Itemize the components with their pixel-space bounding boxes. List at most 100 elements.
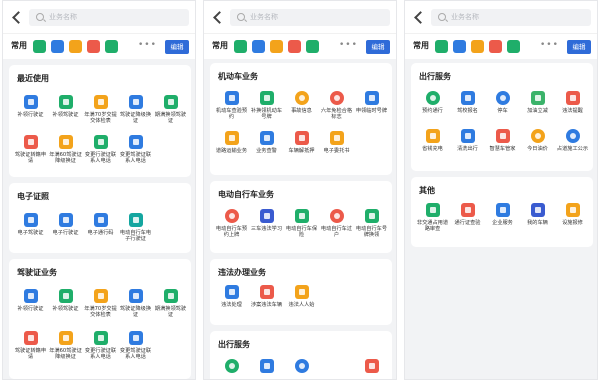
license-icon[interactable] (435, 40, 448, 53)
service-item[interactable]: 我的车辆 (520, 203, 555, 226)
service-item[interactable]: 违法处理 (214, 285, 249, 308)
service-item[interactable]: 非交通占用道路审查 (415, 203, 450, 233)
service-item[interactable]: 补领行驶证 (13, 95, 48, 118)
renew-icon (163, 95, 178, 109)
service-item[interactable]: 加油立减 (520, 91, 555, 114)
service-item[interactable]: 变更行驶证联系人电话 (83, 331, 118, 361)
service-item[interactable]: 预约通行 (415, 91, 450, 114)
service-item[interactable]: 期满换领驾驶证 (153, 95, 188, 125)
top-bar: 业务名称 (3, 1, 195, 33)
service-item[interactable]: 通行证查验 (450, 203, 485, 226)
service-item[interactable]: 补领驾驶证 (48, 95, 83, 118)
common-bar: 常用 ••• 编辑 (3, 33, 195, 59)
license-icon[interactable] (234, 40, 247, 53)
more-icon[interactable]: ••• (339, 40, 358, 50)
service-item[interactable]: 违法提醒 (555, 91, 590, 114)
service-item[interactable] (284, 359, 319, 373)
service-item[interactable]: 申领临时号牌 (354, 91, 389, 114)
service-item[interactable]: 驾驶证转籍申请 (13, 331, 48, 361)
service-item[interactable]: 占道施工公示 (555, 129, 590, 152)
service-item[interactable]: 补领行驶证 (13, 289, 48, 312)
back-icon[interactable] (413, 8, 427, 26)
service-item[interactable]: 六年免检合格标志 (319, 91, 354, 121)
service-item[interactable]: 车辆解抵押 (284, 131, 319, 154)
shield-icon[interactable] (453, 40, 466, 53)
service-item[interactable]: 电子行驶证 (48, 213, 83, 236)
car-icon[interactable] (489, 40, 502, 53)
service-item[interactable]: 驾驶证转籍申请 (13, 135, 48, 165)
service-item[interactable]: 年满70岁交提交体检表 (83, 95, 118, 125)
service-item[interactable]: 电子通行码 (83, 213, 118, 236)
service-item[interactable]: 电动自行车过户 (319, 209, 354, 239)
transfer-icon (23, 135, 38, 149)
service-item[interactable]: 变更行驶证联系人电话 (83, 135, 118, 165)
other-title: 其他 (419, 186, 435, 195)
service-item[interactable]: 事故信息 (284, 91, 319, 114)
more-icon[interactable]: ••• (540, 40, 559, 50)
service-item[interactable]: 今日油价 (520, 129, 555, 152)
service-item[interactable]: 期满换领驾驶证 (153, 289, 188, 319)
alert-icon (364, 359, 379, 373)
shield-icon[interactable] (252, 40, 265, 53)
road-review-icon (425, 203, 440, 217)
edit-button[interactable]: 编辑 (366, 40, 390, 54)
service-item[interactable]: 年满70岁交提交体检表 (83, 289, 118, 319)
service-item[interactable]: 省钱充电 (415, 129, 450, 152)
service-item[interactable]: 补换领机动车号牌 (249, 91, 284, 121)
id-card-icon (23, 289, 38, 303)
edit-button[interactable]: 编辑 (165, 40, 189, 54)
fuel-icon[interactable] (105, 40, 118, 53)
service-item[interactable]: 三车违法学习 (249, 209, 284, 232)
fuel-icon[interactable] (507, 40, 520, 53)
service-item[interactable]: 驾驶证降级换证 (118, 95, 153, 125)
back-icon[interactable] (212, 8, 226, 26)
service-item[interactable]: 智慧车管家 (485, 129, 520, 152)
back-icon[interactable] (11, 8, 25, 26)
search-input[interactable]: 业务名称 (431, 9, 591, 26)
service-item[interactable]: 机动车查验预约 (214, 91, 249, 121)
service-item[interactable]: 电子委托书 (319, 131, 354, 154)
service-item[interactable]: 设施报修 (555, 203, 590, 226)
service-item[interactable]: 涉案违法车辆 (249, 285, 284, 308)
service-item[interactable]: 停车 (485, 91, 520, 114)
ebike-title: 电动自行车业务 (218, 190, 274, 199)
service-item[interactable]: 企业服务 (485, 203, 520, 226)
compass-icon[interactable] (270, 40, 283, 53)
phone-icon (93, 135, 108, 149)
fuel-icon[interactable] (306, 40, 319, 53)
service-item[interactable]: 电动自行车预约上牌 (214, 209, 249, 239)
service-item[interactable]: 变更驾驶证联系人电话 (118, 135, 153, 165)
wash-icon (460, 129, 475, 143)
car-icon[interactable] (288, 40, 301, 53)
service-item[interactable]: 业务查警 (249, 131, 284, 154)
service-item[interactable]: 补领驾驶证 (48, 289, 83, 312)
more-icon[interactable]: ••• (138, 40, 157, 50)
service-item[interactable] (249, 359, 284, 373)
car-icon[interactable] (87, 40, 100, 53)
compass-icon[interactable] (471, 40, 484, 53)
service-item[interactable]: 电子驾驶证 (13, 213, 48, 236)
service-item[interactable]: 电动自行车保险 (284, 209, 319, 239)
ebike-license-icon (128, 213, 143, 227)
service-item[interactable]: 道路运输业务 (214, 131, 249, 154)
license-icon[interactable] (33, 40, 46, 53)
service-item[interactable]: 电动自行车号牌换领 (354, 209, 389, 239)
service-item[interactable]: 清洗出行 (450, 129, 485, 152)
service-item[interactable] (354, 359, 389, 373)
search-input[interactable]: 业务名称 (230, 9, 390, 26)
top-bar: 业务名称 (405, 1, 597, 33)
service-item[interactable]: 变更驾驶证联系人电话 (118, 331, 153, 361)
service-item[interactable]: 年满60驾驶证降级换证 (48, 135, 83, 165)
service-item[interactable] (214, 359, 249, 373)
service-item[interactable]: 年满60驾驶证降级换证 (48, 331, 83, 361)
shield-icon[interactable] (51, 40, 64, 53)
service-item[interactable]: 电动自行车电子行驶证 (118, 213, 153, 243)
study-icon (259, 209, 274, 223)
service-item[interactable]: 驾校报名 (450, 91, 485, 114)
compass-icon[interactable] (69, 40, 82, 53)
edit-button[interactable]: 编辑 (567, 40, 591, 54)
service-item[interactable]: 驾驶证降级换证 (118, 289, 153, 319)
service-item[interactable]: 违法人人始 (284, 285, 319, 308)
repair-icon (565, 203, 580, 217)
search-input[interactable]: 业务名称 (29, 9, 189, 26)
